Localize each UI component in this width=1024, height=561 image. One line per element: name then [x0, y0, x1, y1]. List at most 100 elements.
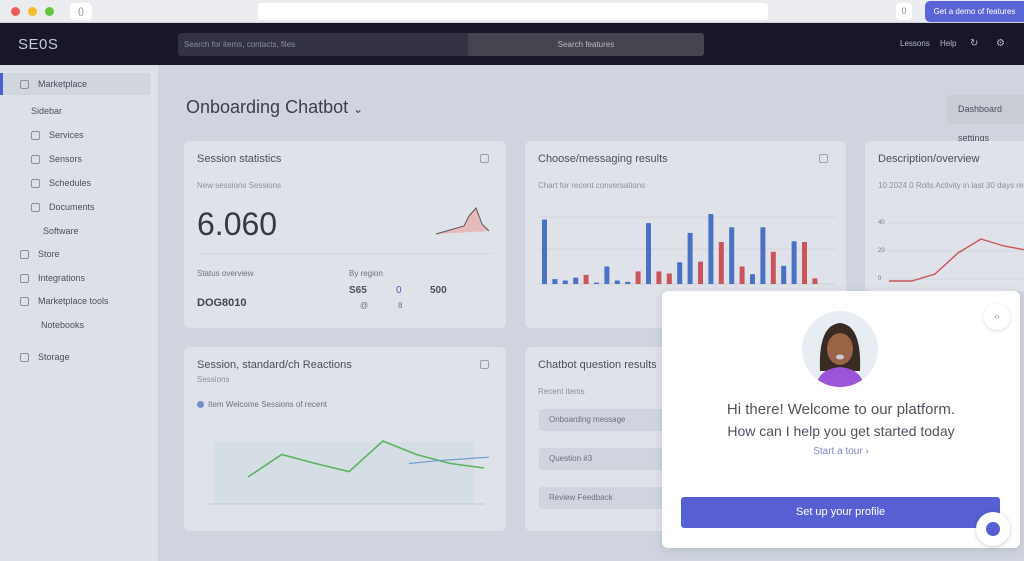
line-chart — [209, 440, 490, 505]
sidebar-item-label: Store — [38, 249, 60, 259]
series-line — [889, 238, 1024, 282]
bar — [687, 232, 693, 284]
sidebar-item-notebooks[interactable]: Notebooks — [41, 320, 84, 330]
browser-bar: () 0 Get a demo of features — [0, 0, 1024, 23]
calendar-icon — [31, 178, 40, 188]
start-tour-link[interactable]: Start a tour › — [662, 446, 1020, 457]
body-text: How can I help you get started today — [727, 423, 955, 439]
dashboard-settings-button[interactable]: Dashboard settings — [946, 95, 1024, 143]
chevron-down-icon[interactable]: ⌄ — [353, 102, 363, 116]
avatar-illustration — [816, 323, 864, 387]
sidebar-item-marketplace[interactable]: Marketplace — [20, 79, 87, 89]
tab-icon[interactable]: () — [70, 3, 92, 20]
stat-value: 6.060 — [197, 206, 278, 242]
bar — [698, 261, 703, 284]
bar — [739, 266, 745, 284]
sidebar-item-integrations[interactable]: Integrations — [20, 273, 85, 283]
sidebar: Marketplace Sidebar Services Sensors Sch… — [0, 65, 158, 561]
minimize-window-icon[interactable] — [28, 7, 37, 16]
greeting-text: Hi there! Welcome to our platform. — [726, 401, 956, 418]
bar — [583, 274, 589, 284]
card-subtitle: Recent items — [538, 387, 585, 396]
address-bar[interactable] — [258, 3, 768, 20]
bar — [542, 219, 547, 284]
bar — [791, 241, 797, 284]
close-window-icon[interactable] — [11, 7, 20, 16]
store-icon — [20, 249, 29, 259]
search-button[interactable]: Search features — [468, 33, 704, 56]
extension-icon[interactable]: 0 — [896, 3, 912, 20]
logo[interactable]: SE0S — [18, 36, 58, 53]
plug-icon — [20, 273, 29, 283]
bar — [635, 271, 641, 284]
top-nav: SE0S Search for items, contacts, files S… — [0, 23, 1024, 65]
bar — [656, 271, 662, 284]
sidebar-item-label: Marketplace — [38, 79, 88, 89]
bot-avatar — [802, 311, 878, 387]
bar — [614, 280, 620, 284]
sessions-reactions-card: Session, standard/ch Reactions Sessions … — [184, 347, 506, 531]
bar — [812, 278, 818, 284]
sidebar-item-store[interactable]: Store — [20, 249, 60, 259]
page-title[interactable]: Onboarding Chatbot ⌄ — [186, 97, 363, 118]
setup-profile-button[interactable]: Set up your profile — [681, 497, 1000, 528]
bar — [770, 251, 776, 284]
divider — [197, 253, 493, 254]
chat-icon — [986, 522, 1000, 536]
sidebar-item-schedules[interactable]: Schedules — [31, 178, 91, 188]
card-subtitle: New sessions Sessions — [197, 181, 282, 190]
stat-sub-1: @ — [360, 301, 369, 310]
sidebar-item-sensors[interactable]: Sensors — [31, 154, 82, 164]
tools-icon — [20, 296, 29, 306]
sidebar-item-label: Storage — [38, 352, 70, 362]
search-input[interactable]: Search for items, contacts, files — [178, 33, 468, 56]
document-icon — [31, 202, 40, 212]
status-value: DOG8010 — [197, 297, 247, 309]
sidebar-item-label: Marketplace tools — [38, 296, 109, 306]
expand-icon[interactable] — [480, 154, 489, 163]
grid-icon — [20, 79, 29, 89]
sidebar-item-software[interactable]: Software — [43, 226, 79, 236]
bar — [562, 280, 568, 284]
bar — [625, 281, 631, 284]
bar — [573, 277, 579, 284]
sidebar-item-label: Software — [43, 226, 79, 236]
bar — [760, 227, 766, 284]
sidebar-item-marketplace-tools[interactable]: Marketplace tools — [20, 296, 109, 306]
refresh-icon[interactable]: ↻ — [970, 38, 978, 49]
bar — [594, 282, 599, 284]
bar — [750, 274, 755, 284]
bar — [604, 266, 610, 284]
sidebar-item-documents[interactable]: Documents — [31, 202, 95, 212]
box-icon — [31, 154, 40, 164]
bar — [666, 273, 672, 284]
sidebar-item-sidebar[interactable]: Sidebar — [31, 106, 62, 116]
bar — [729, 227, 735, 284]
bar — [646, 223, 651, 284]
status-label: Status overview — [197, 269, 254, 278]
sidebar-item-storage[interactable]: Storage — [20, 352, 70, 362]
card-title: Session statistics — [197, 153, 282, 165]
close-button[interactable]: ‹› — [984, 304, 1010, 330]
stat-num-1: S65 — [349, 285, 367, 296]
bar — [552, 279, 558, 284]
bar — [677, 262, 683, 284]
bar — [718, 242, 724, 284]
session-stats-card: Session statistics New sessions Sessions… — [184, 141, 506, 328]
sidebar-item-label: Sensors — [49, 154, 83, 164]
sparkline-icon — [435, 207, 490, 235]
maximize-window-icon[interactable] — [45, 7, 54, 16]
nav-link-help[interactable]: Help — [940, 39, 956, 48]
bar — [708, 214, 714, 284]
chat-launcher-button[interactable] — [976, 512, 1010, 546]
stat-num-3: 500 — [430, 285, 447, 296]
nav-link-lessons[interactable]: Lessons — [900, 39, 930, 48]
card-title: Chatbot question results — [538, 359, 657, 371]
sidebar-item-services[interactable]: Services — [31, 130, 84, 140]
sidebar-item-label: Schedules — [49, 178, 92, 188]
settings-icon[interactable]: ⚙ — [996, 38, 1005, 49]
sidebar-item-label: Documents — [49, 202, 95, 212]
bar — [781, 265, 787, 284]
get-demo-button[interactable]: Get a demo of features — [925, 1, 1024, 22]
stat-num-2: 0 — [396, 285, 402, 296]
